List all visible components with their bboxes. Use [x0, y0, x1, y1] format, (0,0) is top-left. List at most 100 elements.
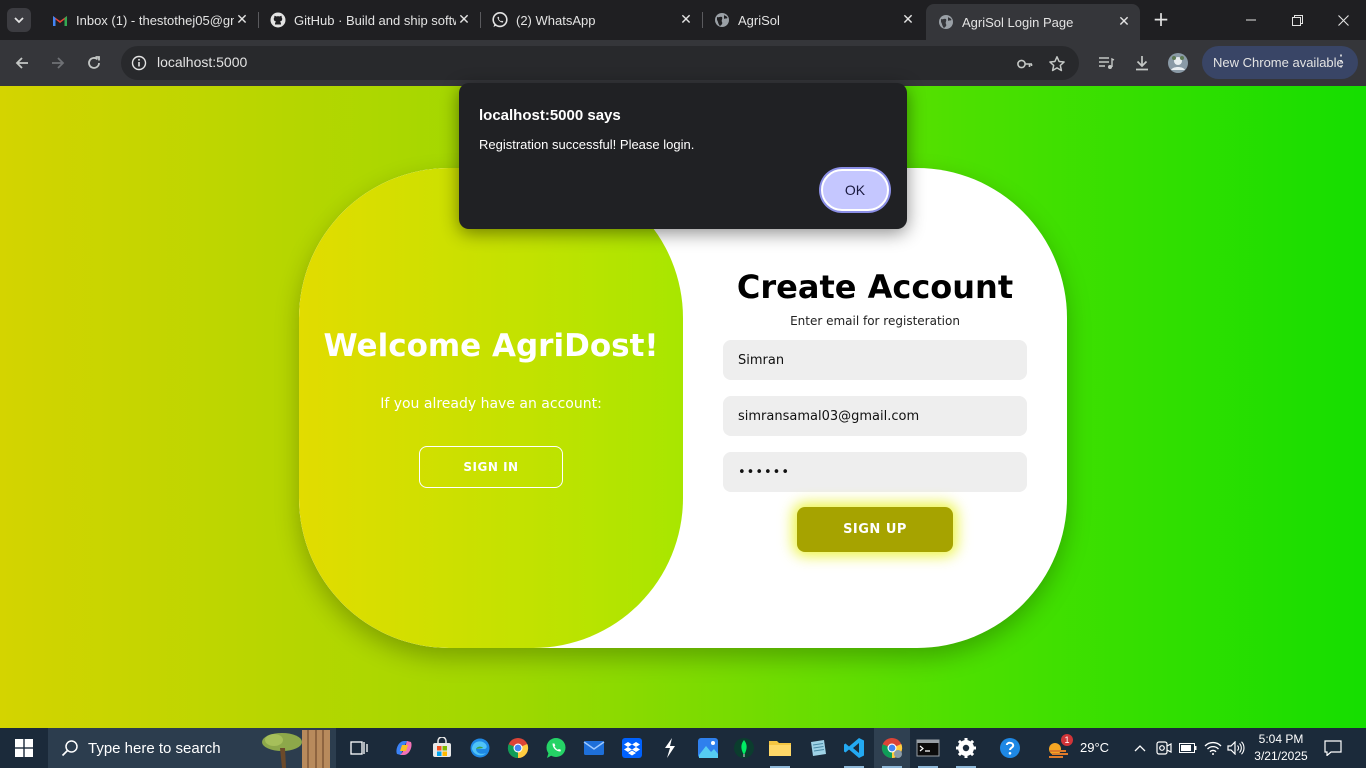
chrome-app-pinned[interactable]	[500, 728, 536, 768]
email-input[interactable]: simransamal03@gmail.com	[723, 396, 1027, 436]
gear-icon	[956, 738, 976, 758]
address-bar[interactable]: localhost:5000	[121, 46, 1079, 80]
settings-app[interactable]	[948, 728, 984, 768]
tab-title: AgriSol Login Page	[962, 14, 1074, 30]
terminal-icon	[916, 739, 940, 757]
avatar-icon	[1168, 53, 1188, 73]
search-placeholder: Type here to search	[88, 739, 221, 757]
close-icon[interactable]: ✕	[234, 12, 250, 28]
download-icon	[1136, 56, 1148, 71]
back-button[interactable]	[8, 49, 36, 77]
password-key-icon[interactable]	[1015, 54, 1035, 74]
minimize-icon	[1246, 19, 1256, 21]
close-icon[interactable]: ✕	[456, 12, 472, 28]
store-icon	[433, 737, 451, 757]
restore-icon	[1291, 14, 1303, 26]
mail-app[interactable]	[576, 728, 612, 768]
reload-icon	[88, 56, 100, 69]
help-app[interactable]	[992, 728, 1028, 768]
tab-title: AgriSol	[738, 12, 780, 28]
tab-agrisol-login[interactable]: AgriSol Login Page ✕	[926, 4, 1140, 40]
ok-button[interactable]: OK	[821, 169, 889, 211]
media-controls-button[interactable]	[1092, 49, 1120, 77]
auth-card: Welcome AgriDost! If you already have an…	[299, 168, 1067, 648]
show-hidden-icons-chevron-up-icon[interactable]	[1130, 738, 1150, 758]
meet-camera-icon[interactable]	[1154, 738, 1174, 758]
copilot-app[interactable]	[386, 728, 422, 768]
tab-agrisol[interactable]: AgriSol ✕	[702, 0, 924, 40]
close-icon[interactable]: ✕	[678, 12, 694, 28]
system-clock[interactable]: 5:04 PM 3/21/2025	[1252, 731, 1310, 765]
whatsapp-icon	[546, 738, 566, 758]
downloads-button[interactable]	[1128, 49, 1156, 77]
vscode-app[interactable]	[836, 728, 872, 768]
bookmark-star-icon[interactable]	[1047, 54, 1067, 74]
clock-date: 3/21/2025	[1254, 749, 1308, 763]
chevron-down-icon	[14, 17, 24, 24]
windows-logo-icon	[15, 739, 33, 757]
tab-github[interactable]: GitHub · Build and ship softw ✕	[258, 0, 481, 40]
browser-toolbar: localhost:5000 New Chrome available ⋮	[0, 40, 1366, 86]
create-account-subtext: Enter email for registeration	[790, 314, 960, 328]
chrome-icon	[881, 738, 903, 759]
file-explorer-app[interactable]	[762, 728, 798, 768]
folder-icon	[769, 741, 791, 756]
whatsapp-app[interactable]	[538, 728, 574, 768]
tab-gmail[interactable]: Inbox (1) - thestothej05@gm ✕	[40, 0, 259, 40]
welcome-panel: Welcome AgriDost! If you already have an…	[299, 168, 683, 648]
close-icon	[1337, 14, 1349, 26]
photos-app[interactable]	[690, 728, 726, 768]
edge-app[interactable]	[462, 728, 498, 768]
mongodb-leaf-icon	[734, 738, 754, 758]
help-icon	[1000, 738, 1020, 758]
close-icon[interactable]: ✕	[1116, 14, 1132, 30]
welcome-heading: Welcome AgriDost!	[323, 328, 659, 364]
sign-up-button[interactable]: SIGN UP	[797, 507, 953, 552]
update-label: New Chrome available	[1213, 55, 1344, 70]
site-info-icon[interactable]	[129, 53, 149, 73]
profile-avatar[interactable]	[1164, 49, 1192, 77]
tab-whatsapp[interactable]: (2) WhatsApp ✕	[480, 0, 703, 40]
password-input[interactable]: ••••••	[723, 452, 1027, 492]
reload-button[interactable]	[80, 49, 108, 77]
chrome-icon	[507, 738, 529, 759]
start-button[interactable]	[0, 728, 48, 768]
plus-icon: +	[1152, 7, 1170, 31]
wifi-icon[interactable]	[1203, 738, 1223, 758]
task-view-button[interactable]	[342, 728, 378, 768]
close-window-button[interactable]	[1320, 0, 1366, 40]
notes-app[interactable]	[800, 728, 836, 768]
name-input[interactable]: Simran	[723, 340, 1027, 380]
whatsapp-icon	[492, 12, 508, 28]
dropbox-app[interactable]	[614, 728, 650, 768]
arrow-left-icon	[15, 57, 28, 69]
volume-icon[interactable]	[1226, 738, 1246, 758]
mongodb-app[interactable]	[726, 728, 762, 768]
url-text: localhost:5000	[157, 54, 248, 70]
clock-time: 5:04 PM	[1258, 732, 1304, 746]
minimize-button[interactable]	[1228, 0, 1274, 40]
more-menu-icon[interactable]: ⋮	[1333, 52, 1349, 72]
terminal-app[interactable]	[910, 728, 946, 768]
taskbar-search[interactable]: Type here to search	[48, 728, 336, 768]
chrome-app-active[interactable]	[874, 728, 910, 768]
git-app[interactable]	[652, 728, 688, 768]
battery-icon[interactable]	[1178, 738, 1198, 758]
new-tab-button[interactable]: +	[1150, 7, 1172, 31]
sign-in-button[interactable]: SIGN IN	[419, 446, 563, 488]
welcome-subtext: If you already have an account:	[380, 396, 602, 412]
close-icon[interactable]: ✕	[900, 12, 916, 28]
notifications-icon[interactable]	[1322, 737, 1344, 759]
dialog-message: Registration successful! Please login.	[479, 137, 695, 152]
weather-temperature: 29°C	[1080, 740, 1110, 755]
notification-badge: 1	[1061, 734, 1073, 746]
copilot-icon	[396, 741, 412, 755]
restore-button[interactable]	[1274, 0, 1320, 40]
new-chrome-available-button[interactable]: New Chrome available ⋮	[1202, 46, 1358, 79]
forward-button[interactable]	[44, 49, 72, 77]
dialog-title: localhost:5000 says	[479, 107, 621, 124]
alert-dialog: localhost:5000 says Registration success…	[459, 83, 907, 229]
lightning-icon	[665, 738, 675, 758]
tab-search-button[interactable]	[7, 8, 31, 32]
microsoft-store-app[interactable]	[424, 728, 460, 768]
